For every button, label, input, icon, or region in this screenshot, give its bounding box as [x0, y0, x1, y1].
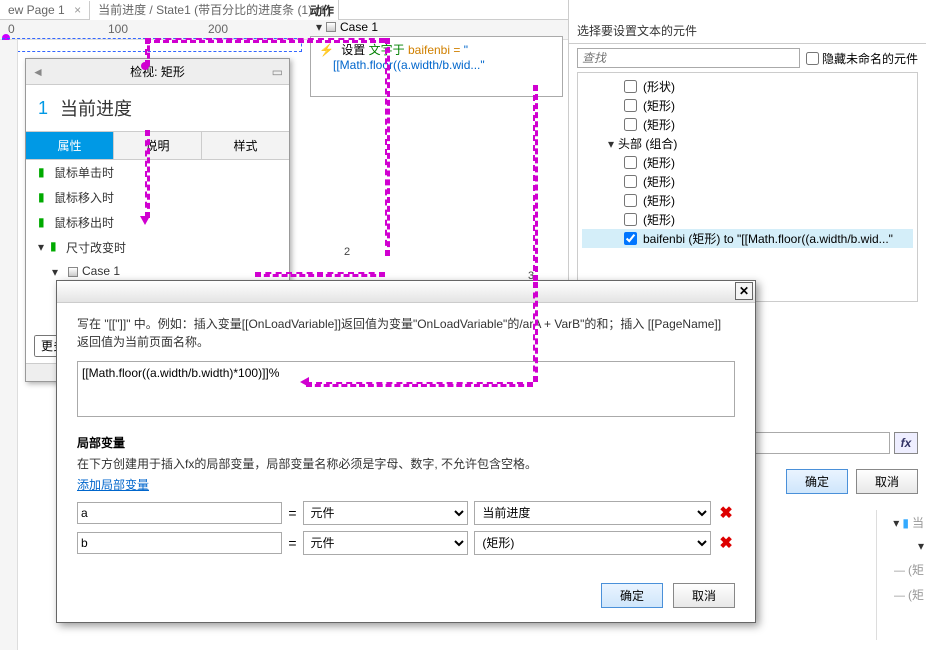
- fx-button[interactable]: fx: [894, 432, 918, 454]
- tree-row-rect[interactable]: (矩形): [582, 115, 913, 134]
- case-title: Case 1: [340, 20, 378, 34]
- chevron-down-icon[interactable]: ▾: [52, 265, 62, 275]
- bolt-icon: ▮: [38, 215, 48, 225]
- outline-panel-faded: ▾ ▮ 当 ▾ — (矩 — (矩: [876, 510, 926, 640]
- var-name-input[interactable]: [77, 502, 282, 524]
- tree-row-shape[interactable]: (形状): [582, 77, 913, 96]
- dialog-cancel-button[interactable]: 取消: [673, 583, 735, 608]
- var-row-a: = 元件 当前进度 ✖: [77, 501, 735, 525]
- inspector-title: 检视: 矩形: [130, 63, 185, 80]
- var-target-select[interactable]: (矩形): [474, 531, 711, 555]
- event-case1[interactable]: ▾Case 1: [26, 260, 289, 282]
- tab-properties[interactable]: 属性: [26, 132, 114, 159]
- hide-unnamed-checkbox[interactable]: 隐藏未命名的元件: [806, 50, 918, 67]
- local-vars-title: 局部变量: [77, 434, 735, 451]
- canvas-marker-2: 2: [344, 246, 350, 258]
- delete-icon[interactable]: ✖: [717, 503, 735, 523]
- dialog-ok-button[interactable]: 确定: [601, 583, 663, 608]
- inspector-header[interactable]: ◄ 检视: 矩形 ▭: [26, 59, 289, 85]
- equals-label: =: [288, 535, 296, 551]
- bolt-icon: ▮: [38, 190, 48, 200]
- case-canvas-block: ▾ Case 1 ⚡ 设置 文字于 baifenbi = "[[Math.flo…: [310, 18, 563, 97]
- page-tab-2-label: 当前进度 / State1 (带百分比的进度条 (1) (1): [98, 3, 330, 17]
- equals-label: =: [288, 505, 296, 521]
- annotation-dot: [141, 62, 149, 70]
- arrow-down-icon: [140, 216, 150, 225]
- annotation-line: [533, 85, 538, 281]
- local-vars-hint: 在下方创建用于插入fx的局部变量，局部变量名称必须是字母、数字, 不允许包含空格…: [77, 455, 735, 472]
- var-name-input[interactable]: [77, 532, 282, 554]
- tree-row-rect[interactable]: (矩形): [582, 96, 913, 115]
- document-icon[interactable]: ▭: [272, 65, 283, 79]
- bolt-icon: ▮: [50, 239, 57, 253]
- chevron-down-icon[interactable]: ▾: [606, 137, 616, 151]
- page-tab-1-label: ew Page 1: [8, 3, 65, 17]
- var-type-select[interactable]: 元件: [303, 501, 469, 525]
- inspector-tabs: 属性 说明 样式: [26, 131, 289, 160]
- var-target-select[interactable]: 当前进度: [474, 501, 711, 525]
- chevron-down-icon[interactable]: ▾: [314, 20, 324, 34]
- close-icon[interactable]: ×: [74, 3, 81, 17]
- tab-notes[interactable]: 说明: [114, 132, 202, 159]
- page-tab-1[interactable]: ew Page 1 ×: [0, 1, 90, 19]
- dialog-description: 写在 "[["]]" 中。例如：插入变量[[OnLoadVariable]]返回…: [77, 315, 735, 351]
- actions-label: 动作: [310, 2, 334, 19]
- search-input[interactable]: [577, 48, 800, 68]
- chevron-left-icon[interactable]: ◄: [32, 65, 44, 79]
- case-body[interactable]: ⚡ 设置 文字于 baifenbi = "[[Math.floor((a.wid…: [310, 36, 563, 97]
- expression-textarea[interactable]: [[Math.floor((a.width/b.width)*100)]]%: [77, 361, 735, 417]
- tree-row-head-group[interactable]: ▾头部 (组合): [582, 134, 913, 153]
- inspector-widget-name: 当前进度: [60, 95, 132, 121]
- tree-row-rect[interactable]: (矩形): [582, 191, 913, 210]
- event-onresize[interactable]: ▾▮尺寸改变时: [26, 235, 289, 260]
- bolt-icon: ▮: [38, 165, 48, 175]
- tab-style[interactable]: 样式: [202, 132, 289, 159]
- fx-dialog: ✕ 写在 "[["]]" 中。例如：插入变量[[OnLoadVariable]]…: [56, 280, 756, 623]
- var-row-b: = 元件 (矩形) ✖: [77, 531, 735, 555]
- case-icon: [326, 22, 336, 32]
- selection-outline: [2, 38, 302, 52]
- event-onmouseleave[interactable]: ▮鼠标移出时: [26, 210, 289, 235]
- close-icon[interactable]: ✕: [735, 282, 753, 300]
- lightning-icon: ⚡: [319, 43, 334, 57]
- dialog-header[interactable]: ✕: [57, 281, 755, 303]
- tree-row-rect[interactable]: (矩形): [582, 153, 913, 172]
- tree-row-rect[interactable]: (矩形): [582, 172, 913, 191]
- tree-row-rect[interactable]: (矩形): [582, 210, 913, 229]
- config-cancel-button[interactable]: 取消: [856, 469, 918, 494]
- config-subtitle: 选择要设置文本的元件: [569, 0, 926, 44]
- chevron-down-icon[interactable]: ▾: [38, 240, 48, 250]
- delete-icon[interactable]: ✖: [717, 533, 735, 553]
- add-local-var-link[interactable]: 添加局部变量: [77, 476, 149, 493]
- event-onclick[interactable]: ▮鼠标单击时: [26, 160, 289, 185]
- inspector-index: 1: [38, 98, 48, 119]
- page-tab-2[interactable]: 当前进度 / State1 (带百分比的进度条 (1) (1): [90, 0, 339, 20]
- var-type-select[interactable]: 元件: [303, 531, 469, 555]
- widget-tree[interactable]: (形状) (矩形) (矩形) ▾头部 (组合) (矩形) (矩形) (矩形) (…: [577, 72, 918, 302]
- tree-row-baifenbi[interactable]: baifenbi (矩形) to "[[Math.floor((a.width/…: [582, 229, 913, 248]
- config-ok-button[interactable]: 确定: [786, 469, 848, 494]
- case-icon: [68, 267, 78, 277]
- event-onmouseenter[interactable]: ▮鼠标移入时: [26, 185, 289, 210]
- vertical-ruler: [0, 40, 18, 650]
- arrow-left-icon: [300, 377, 309, 387]
